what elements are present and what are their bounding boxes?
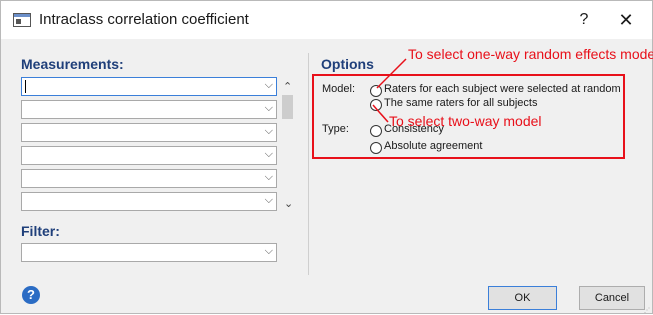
cancel-button[interactable]: Cancel [579,286,645,310]
ok-button[interactable]: OK [488,286,557,310]
help-icon[interactable]: ? [22,286,40,304]
annotation-arrows [372,58,407,123]
arrow-line-one-way [376,58,407,89]
dialog-window: Intraclass correlation coefficient ? ✕ M… [0,0,653,314]
arrow-line-two-way [372,104,389,123]
resize-grip-icon[interactable]: ⋰ [644,307,650,314]
